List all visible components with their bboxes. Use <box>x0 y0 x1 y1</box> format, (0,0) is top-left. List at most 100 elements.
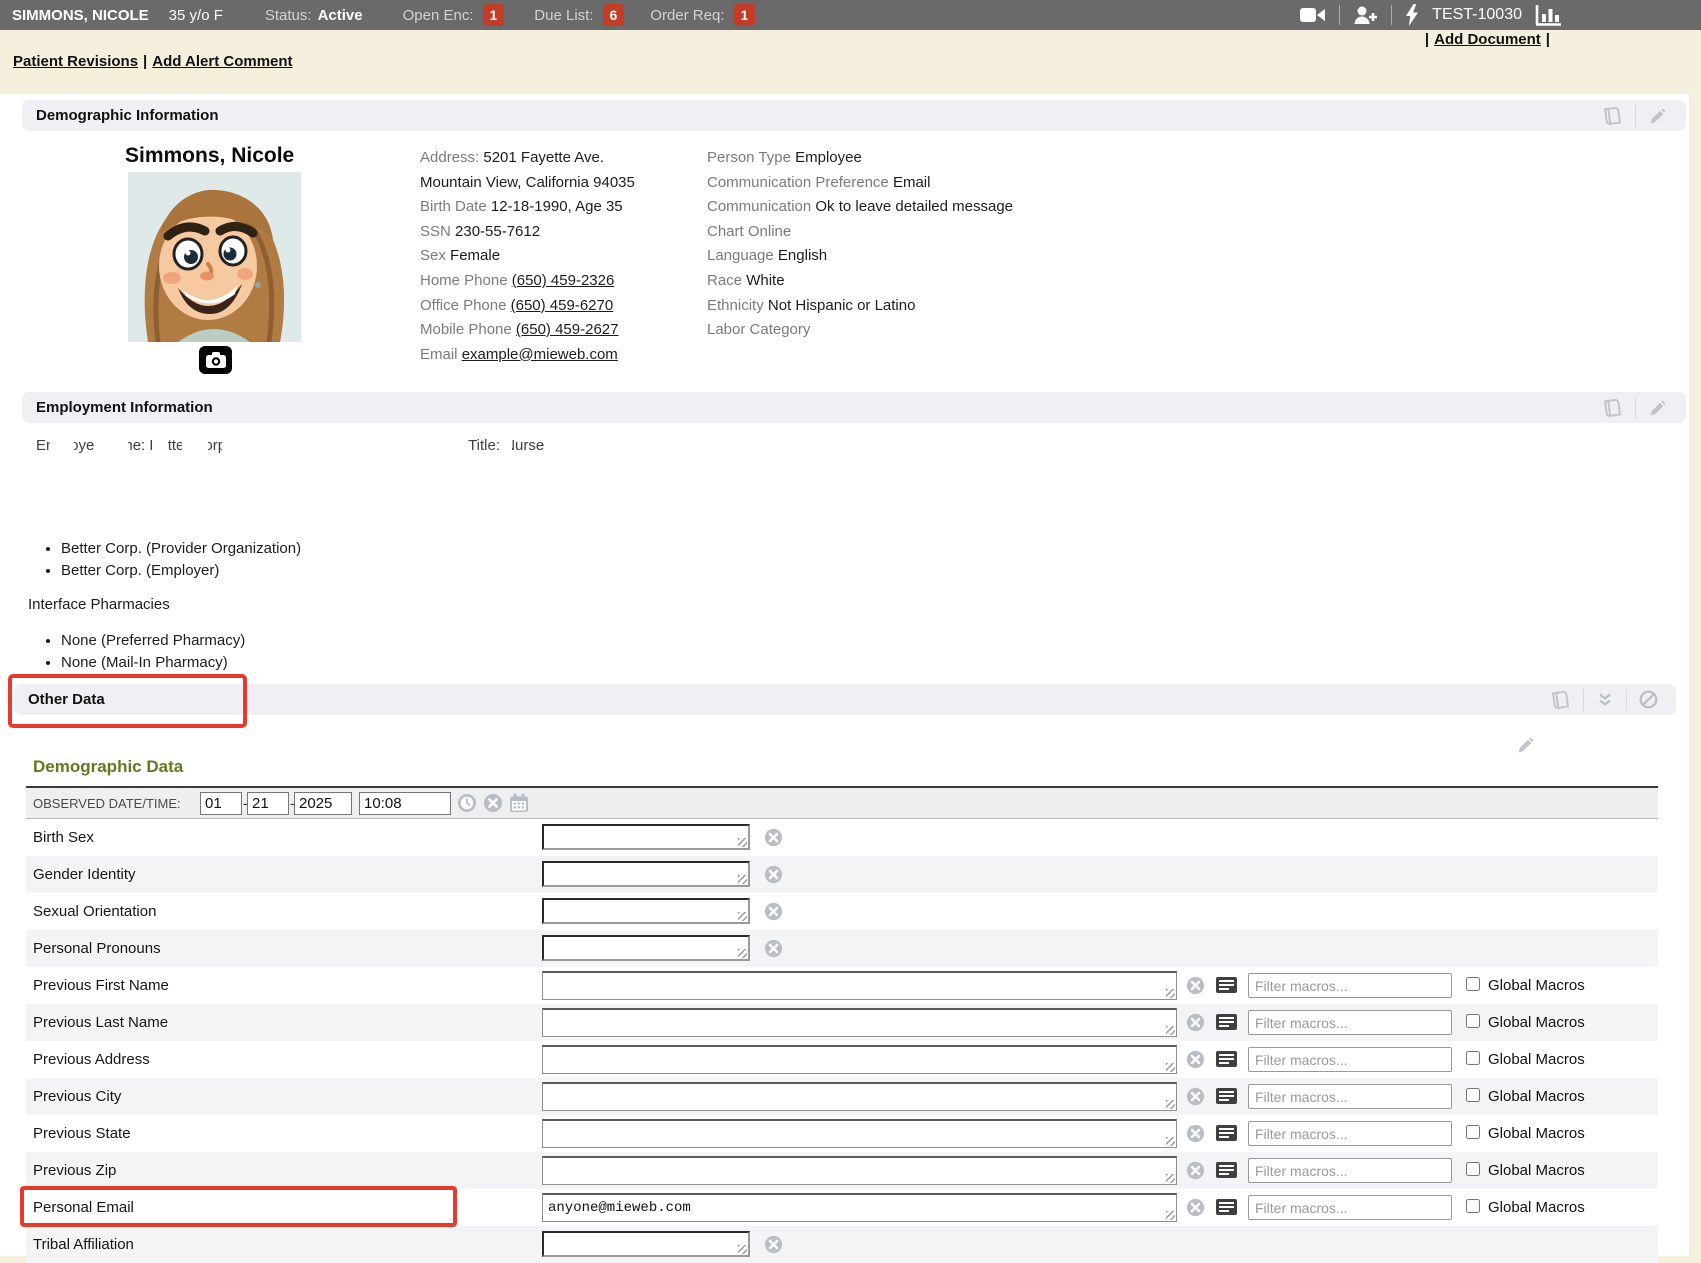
field-select-birth-sex[interactable] <box>542 824 750 850</box>
macro-keyboard-icon[interactable] <box>1216 1125 1237 1141</box>
field-textarea-previous-zip[interactable] <box>542 1156 1177 1185</box>
macro-keyboard-icon[interactable] <box>1216 1014 1237 1030</box>
lightning-bolt-icon[interactable] <box>1405 4 1419 26</box>
info-label: Communication Preference <box>707 174 889 191</box>
patient-header-bar: SIMMONS, NICOLE 35 y/o F Status: Active … <box>0 0 1701 30</box>
macro-keyboard-icon[interactable] <box>1216 1162 1237 1178</box>
filter-macros-input[interactable] <box>1248 1121 1452 1146</box>
observed-day-input[interactable] <box>247 792 289 815</box>
clear-datetime-icon[interactable] <box>483 793 503 813</box>
demographic-info-line: Birth Date 12-18-1990, Age 35 <box>420 195 635 220</box>
field-select-gender-identity[interactable] <box>542 861 750 887</box>
clear-field-icon[interactable] <box>764 865 783 884</box>
clear-field-icon[interactable] <box>1186 1161 1205 1180</box>
filter-macros-input[interactable] <box>1248 1195 1452 1220</box>
clear-field-icon[interactable] <box>1186 1013 1205 1032</box>
disable-slash-icon[interactable] <box>1627 690 1670 709</box>
field-textarea-personal-email[interactable]: anyone@mieweb.com <box>542 1193 1177 1222</box>
field-textarea-previous-first-name[interactable] <box>542 971 1177 1000</box>
info-value-link[interactable]: example@mieweb.com <box>462 346 618 363</box>
filter-macros-input[interactable] <box>1248 1010 1452 1035</box>
global-macros-checkbox[interactable] <box>1466 977 1480 991</box>
form-row-previous-state: Previous StateGlobal Macros <box>26 1115 1658 1152</box>
demographic-info-line: Home Phone (650) 459-2326 <box>420 269 635 294</box>
filter-macros-input[interactable] <box>1248 973 1452 998</box>
macro-keyboard-icon[interactable] <box>1216 977 1237 993</box>
interface-pharmacies-heading: Interface Pharmacies <box>28 596 170 613</box>
field-select-sexual-orientation[interactable] <box>542 898 750 924</box>
clear-field-icon[interactable] <box>764 902 783 921</box>
observed-month-input[interactable] <box>200 792 242 815</box>
field-select-tribal-affiliation[interactable] <box>542 1231 750 1257</box>
field-label-tribal-affiliation: Tribal Affiliation <box>33 1236 134 1253</box>
global-macros-checkbox[interactable] <box>1466 1199 1480 1213</box>
demographic-info-line: SSN 230-55-7612 <box>420 220 635 245</box>
global-macros-checkbox[interactable] <box>1466 1088 1480 1102</box>
clear-field-icon[interactable] <box>764 939 783 958</box>
info-value-link[interactable]: (650) 459-6270 <box>511 297 614 314</box>
add-alert-comment-link[interactable]: Add Alert Comment <box>152 53 292 70</box>
macro-keyboard-icon[interactable] <box>1216 1088 1237 1104</box>
calendar-icon[interactable] <box>509 793 529 813</box>
patient-revisions-link[interactable]: Patient Revisions <box>13 53 138 70</box>
observed-time-input[interactable] <box>359 792 451 815</box>
macro-keyboard-icon[interactable] <box>1216 1051 1237 1067</box>
info-label: Address: <box>420 149 479 166</box>
clear-field-icon[interactable] <box>764 828 783 847</box>
collapse-chevrons-icon[interactable] <box>1584 692 1626 708</box>
global-macros-label: Global Macros <box>1488 1162 1585 1179</box>
field-label-gender-identity: Gender Identity <box>33 866 136 883</box>
observed-year-input[interactable] <box>294 792 352 815</box>
edit-pencil-icon[interactable] <box>1516 735 1536 760</box>
chart-stats-icon[interactable] <box>1535 4 1562 26</box>
video-call-icon[interactable] <box>1300 6 1326 24</box>
section-title: Other Data <box>28 691 105 708</box>
clear-field-icon[interactable] <box>1186 976 1205 995</box>
clear-field-icon[interactable] <box>1186 1087 1205 1106</box>
clear-field-icon[interactable] <box>1186 1124 1205 1143</box>
info-label: Birth Date <box>420 198 487 215</box>
due-list-badge[interactable]: 6 <box>603 4 625 26</box>
filter-macros-input[interactable] <box>1248 1084 1452 1109</box>
clock-icon[interactable] <box>457 793 477 813</box>
field-select-personal-pronouns[interactable] <box>542 935 750 961</box>
pharmacy-list: None (Preferred Pharmacy)None (Mail-In P… <box>44 630 245 674</box>
journal-icon[interactable] <box>1589 106 1635 126</box>
global-macros-label: Global Macros <box>1488 1014 1585 1031</box>
field-textarea-previous-state[interactable] <box>542 1119 1177 1148</box>
open-enc-badge[interactable]: 1 <box>483 4 505 26</box>
field-textarea-previous-address[interactable] <box>542 1045 1177 1074</box>
demographic-info-line: Email example@mieweb.com <box>420 343 635 368</box>
journal-icon[interactable] <box>1589 398 1635 418</box>
clipped-text-artifact <box>152 434 168 458</box>
macro-keyboard-icon[interactable] <box>1216 1199 1237 1215</box>
journal-icon[interactable] <box>1537 690 1583 710</box>
field-textarea-previous-city[interactable] <box>542 1082 1177 1111</box>
global-macros-checkbox[interactable] <box>1466 1162 1480 1176</box>
global-macros-label: Global Macros <box>1488 1051 1585 1068</box>
info-value-link[interactable]: (650) 459-2627 <box>516 321 619 338</box>
field-label-previous-zip: Previous Zip <box>33 1162 116 1179</box>
edit-pencil-icon[interactable] <box>1636 106 1680 126</box>
form-row-tribal-affiliation: Tribal Affiliation <box>26 1226 1658 1263</box>
info-value-link[interactable]: (650) 459-2326 <box>512 272 615 289</box>
global-macros-checkbox[interactable] <box>1466 1051 1480 1065</box>
demographic-info-line: Address: 5201 Fayette Ave. <box>420 146 635 171</box>
add-person-icon[interactable] <box>1353 5 1378 25</box>
organization-list: Better Corp. (Provider Organization)Bett… <box>44 538 301 582</box>
clear-field-icon[interactable] <box>1186 1198 1205 1217</box>
order-req-badge[interactable]: 1 <box>734 4 756 26</box>
add-document-link[interactable]: Add Document <box>1434 31 1541 48</box>
edit-pencil-icon[interactable] <box>1636 398 1680 418</box>
observed-datetime-row: OBSERVED DATE/TIME: - - <box>26 786 1658 819</box>
global-macros-checkbox[interactable] <box>1466 1014 1480 1028</box>
clear-field-icon[interactable] <box>764 1235 783 1254</box>
clear-field-icon[interactable] <box>1186 1050 1205 1069</box>
form-row-personal-email: Personal Emailanyone@mieweb.comGlobal Ma… <box>26 1189 1658 1226</box>
clipped-text-artifact <box>50 434 74 458</box>
change-photo-camera-button[interactable] <box>199 346 232 374</box>
field-textarea-previous-last-name[interactable] <box>542 1008 1177 1037</box>
global-macros-checkbox[interactable] <box>1466 1125 1480 1139</box>
filter-macros-input[interactable] <box>1248 1158 1452 1183</box>
filter-macros-input[interactable] <box>1248 1047 1452 1072</box>
